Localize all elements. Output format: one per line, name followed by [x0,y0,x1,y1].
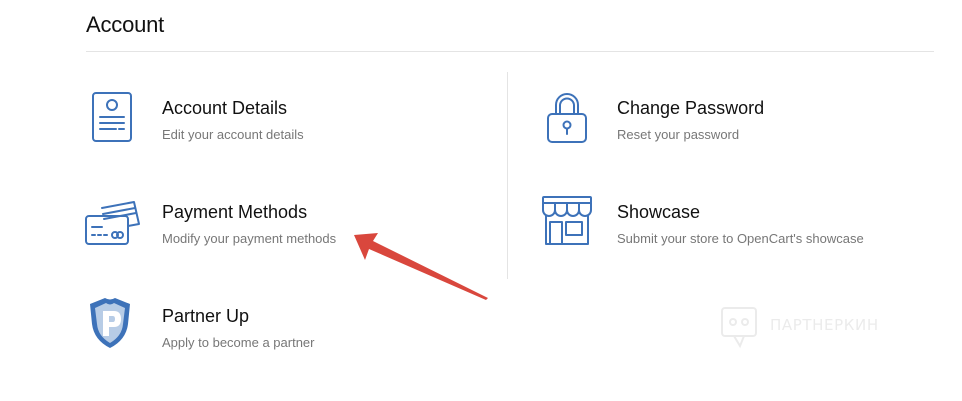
showcase-description: Submit your store to OpenCart's showcase [617,231,864,246]
change-password-card[interactable]: Change Password Reset your password [541,90,871,160]
credit-cards-icon [84,194,140,250]
page-title: Account [86,12,165,37]
padlock-icon [541,90,597,146]
change-password-title[interactable]: Change Password [617,98,764,119]
partner-shield-icon [86,298,142,354]
id-card-icon [86,90,142,146]
title-divider [86,51,934,52]
payment-methods-card[interactable]: Payment Methods Modify your payment meth… [84,194,414,264]
change-password-description: Reset your password [617,127,740,142]
showcase-title[interactable]: Showcase [617,202,700,223]
speech-bubble-icon [721,307,757,349]
showcase-card[interactable]: Showcase Submit your store to OpenCart's… [541,194,871,264]
payment-methods-description: Modify your payment methods [162,231,337,246]
account-details-title[interactable]: Account Details [162,98,287,119]
partner-up-card[interactable]: Partner Up Apply to become a partner [86,298,416,368]
partner-up-description: Apply to become a partner [162,335,315,350]
storefront-icon [541,194,597,250]
watermark: ПАРТНЕРКИН [720,306,920,350]
watermark-text: ПАРТНЕРКИН [770,316,879,334]
payment-methods-title[interactable]: Payment Methods [162,202,307,223]
account-details-description: Edit your account details [162,127,304,142]
account-details-card[interactable]: Account Details Edit your account detail… [86,90,416,160]
column-divider [507,72,508,279]
partner-up-title[interactable]: Partner Up [162,306,249,327]
